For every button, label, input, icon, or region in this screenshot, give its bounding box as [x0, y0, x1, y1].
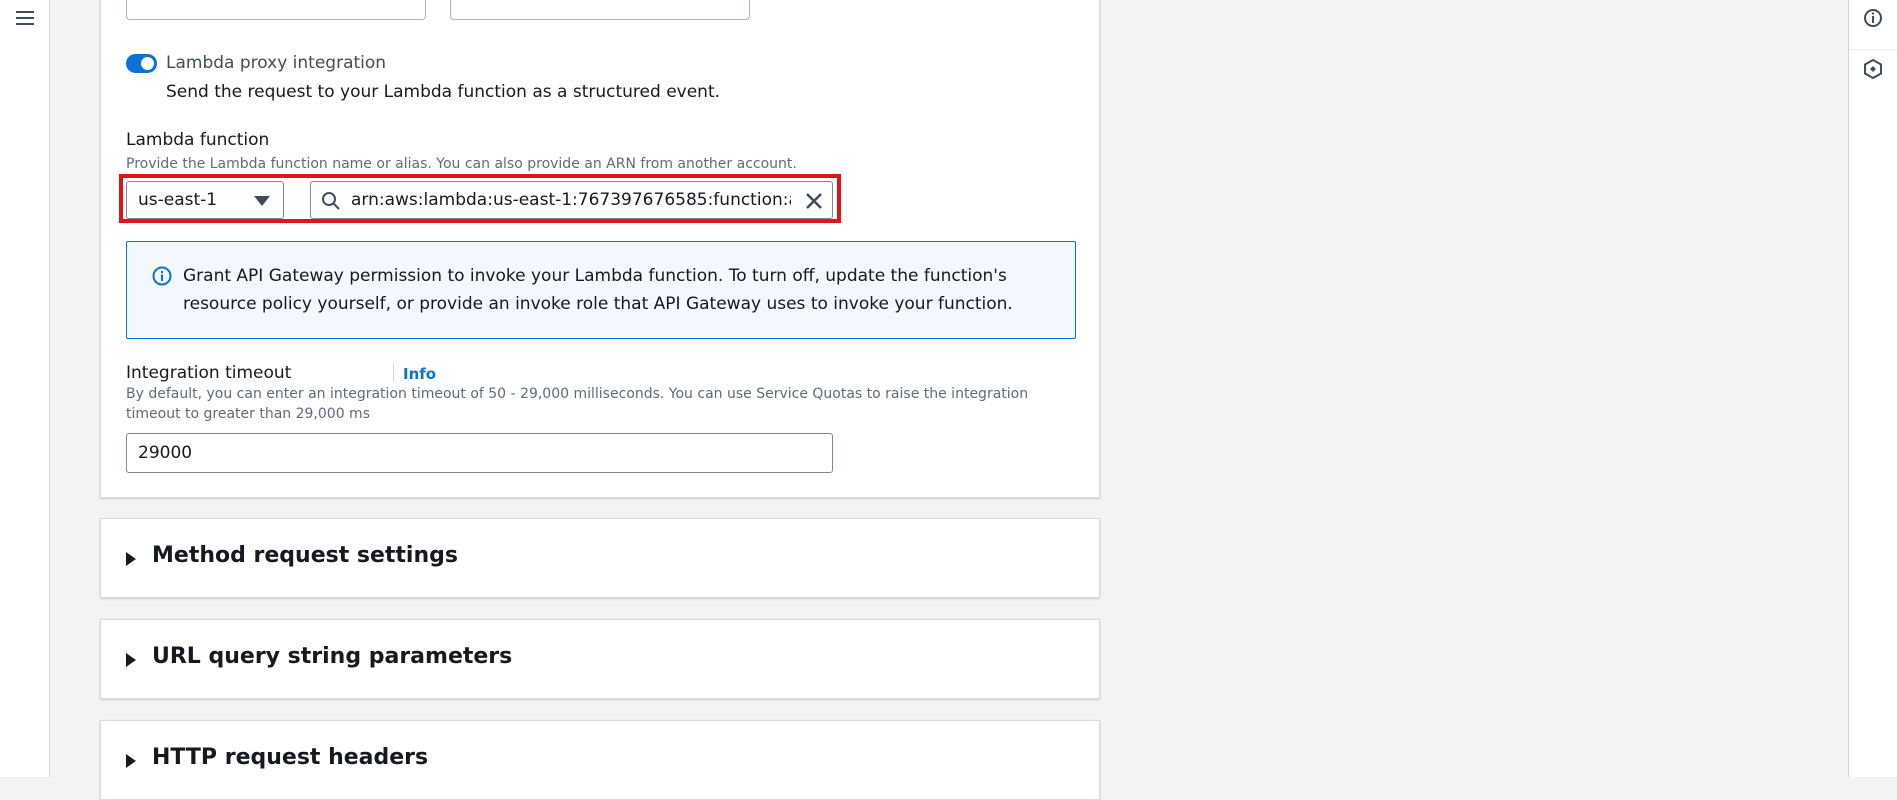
permission-alert-text: Grant API Gateway permission to invoke y… — [183, 266, 1013, 314]
integration-timeout-input[interactable] — [126, 433, 833, 473]
toggle-knob — [141, 57, 154, 70]
lambda-function-hint: Provide the Lambda function name or alia… — [126, 156, 797, 172]
section-title: HTTP request headers — [152, 745, 429, 770]
integration-type-card-a[interactable] — [126, 0, 426, 20]
clear-icon[interactable] — [804, 191, 824, 211]
permission-info-alert: Grant API Gateway permission to invoke y… — [126, 241, 1076, 339]
lambda-arn-input[interactable] — [351, 183, 791, 217]
lambda-proxy-label: Lambda proxy integration — [166, 53, 387, 73]
lambda-function-label: Lambda function — [126, 130, 270, 150]
caret-right-icon — [126, 653, 136, 667]
search-icon — [321, 191, 341, 211]
rail-divider — [1849, 49, 1897, 50]
integration-timeout-hint: By default, you can enter an integration… — [126, 386, 1029, 422]
region-select-value: us-east-1 — [138, 190, 218, 210]
settings-hexagon-icon[interactable] — [1862, 58, 1884, 80]
hamburger-menu-icon[interactable] — [14, 7, 36, 29]
caret-right-icon — [126, 552, 136, 566]
integration-type-card-b[interactable] — [450, 0, 750, 20]
lambda-proxy-description: Send the request to your Lambda function… — [166, 82, 721, 102]
left-nav-rail — [0, 0, 50, 777]
section-title: URL query string parameters — [152, 644, 513, 669]
section-header-http-headers[interactable]: HTTP request headers — [101, 721, 1101, 799]
method-request-settings-section: Method request settings — [100, 518, 1100, 598]
integration-details-panel: Lambda proxy integration Send the reques… — [100, 0, 1100, 498]
info-circle-icon — [151, 265, 173, 287]
caret-right-icon — [126, 754, 136, 768]
timeout-info-link[interactable]: Info — [403, 365, 436, 383]
section-title: Method request settings — [152, 543, 458, 568]
lambda-arn-field — [310, 181, 833, 219]
right-tools-rail — [1848, 0, 1897, 777]
http-request-headers-section: HTTP request headers — [100, 720, 1100, 800]
url-query-string-section: URL query string parameters — [100, 619, 1100, 699]
region-select[interactable]: us-east-1 — [126, 181, 284, 219]
info-icon[interactable] — [1862, 7, 1884, 29]
integration-timeout-label: Integration timeout — [126, 363, 292, 383]
lambda-proxy-toggle[interactable] — [126, 54, 157, 73]
label-separator — [393, 364, 394, 382]
caret-down-icon — [254, 196, 270, 206]
section-header-method-request[interactable]: Method request settings — [101, 519, 1101, 597]
section-header-url-query[interactable]: URL query string parameters — [101, 620, 1101, 698]
